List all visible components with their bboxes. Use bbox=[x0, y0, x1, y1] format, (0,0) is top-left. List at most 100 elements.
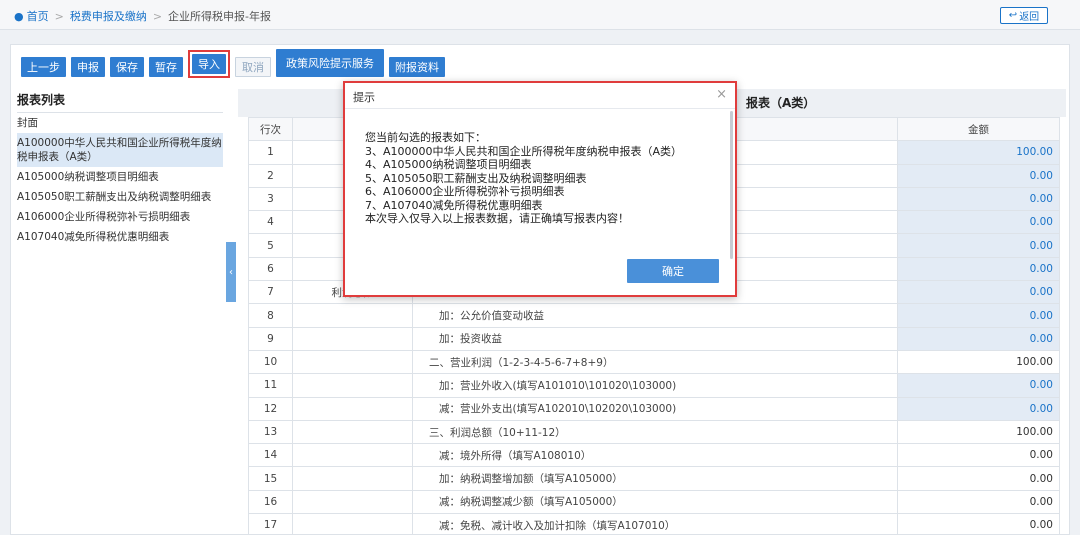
row-amount[interactable]: 0.00 bbox=[897, 326, 1060, 351]
table-row: 11 加：营业外收入(填写A101010\101020\103000) 0.00 bbox=[248, 373, 1060, 398]
confirm-button[interactable]: 确定 bbox=[627, 259, 719, 283]
row-amount[interactable]: 0.00 bbox=[897, 233, 1060, 258]
row-amount: 0.00 bbox=[897, 443, 1060, 468]
row-item: 二、营业利润（1-2-3-4-5-6-7+8+9） bbox=[412, 349, 898, 375]
row-amount: 100.00 bbox=[897, 419, 1060, 445]
row-number: 11 bbox=[248, 373, 293, 398]
report-table-title-text: 报表（A类） bbox=[746, 96, 816, 110]
row-number: 17 bbox=[248, 513, 293, 535]
import-button[interactable]: 导入 bbox=[192, 54, 226, 74]
row-number: 12 bbox=[248, 396, 293, 421]
row-category bbox=[292, 443, 413, 468]
sidebar-item-a106000[interactable]: A106000企业所得税弥补亏损明细表 bbox=[17, 207, 223, 227]
row-number: 6 bbox=[248, 256, 293, 282]
dialog-line: 4、A105000纳税调整项目明细表 bbox=[365, 158, 532, 171]
table-row: 17 减：免税、减计收入及加计扣除（填写A107010） 0.00 bbox=[248, 513, 1060, 535]
sidebar-item-a105000[interactable]: A105000纳税调整项目明细表 bbox=[17, 167, 223, 187]
row-number: 5 bbox=[248, 233, 293, 258]
row-number: 4 bbox=[248, 210, 293, 235]
close-icon[interactable]: × bbox=[716, 87, 727, 102]
row-amount[interactable]: 0.00 bbox=[897, 163, 1060, 188]
declare-button[interactable]: 申报 bbox=[71, 57, 105, 77]
row-number: 13 bbox=[248, 419, 293, 445]
dialog-line: 6、A106000企业所得税弥补亏损明细表 bbox=[365, 185, 565, 198]
report-list-title: 报表列表 bbox=[17, 89, 223, 113]
table-row: 12 减：营业外支出(填写A102010\102020\103000) 0.00 bbox=[248, 396, 1060, 421]
sidebar-item-a100000[interactable]: A100000中华人民共和国企业所得税年度纳税申报表（A类） bbox=[17, 133, 223, 167]
dialog-line: 本次导入仅导入以上报表数据，请正确填写报表内容！ bbox=[365, 212, 629, 225]
import-prompt-dialog: 提示 × 您当前勾选的报表如下： 3、A100000中华人民共和国企业所得税年度… bbox=[343, 81, 737, 297]
breadcrumb-separator: > bbox=[54, 9, 64, 23]
row-number: 9 bbox=[248, 326, 293, 351]
row-amount[interactable]: 0.00 bbox=[897, 373, 1060, 398]
dialog-message: 您当前勾选的报表如下： 3、A100000中华人民共和国企业所得税年度纳税申报表… bbox=[365, 131, 725, 226]
row-number: 3 bbox=[248, 186, 293, 212]
row-amount[interactable]: 100.00 bbox=[897, 140, 1060, 165]
dialog-line: 3、A100000中华人民共和国企业所得税年度纳税申报表（A类） bbox=[365, 144, 683, 158]
row-item: 减：免税、减计收入及加计扣除（填写A107010） bbox=[412, 513, 898, 535]
location-pin-icon: ● bbox=[14, 9, 24, 23]
row-number: 10 bbox=[248, 349, 293, 375]
sidebar-item-a105050[interactable]: A105050职工薪酬支出及纳税调整明细表 bbox=[17, 187, 223, 207]
breadcrumb-home-link[interactable]: 首页 bbox=[27, 8, 49, 24]
back-button[interactable]: ↩ 返回 bbox=[1000, 7, 1048, 24]
row-category bbox=[292, 349, 413, 375]
table-row: 14 减：境外所得（填写A108010） 0.00 bbox=[248, 443, 1060, 468]
row-amount[interactable]: 0.00 bbox=[897, 210, 1060, 235]
back-arrow-icon: ↩ bbox=[1008, 10, 1018, 21]
save-button[interactable]: 保存 bbox=[110, 57, 144, 77]
row-amount: 0.00 bbox=[897, 489, 1060, 515]
row-category bbox=[292, 303, 413, 328]
row-item: 减：纳税调整减少额（填写A105000） bbox=[412, 489, 898, 515]
row-number: 2 bbox=[248, 163, 293, 188]
table-row: 13 三、利润总额（10+11-12） 100.00 bbox=[248, 419, 1060, 445]
row-category bbox=[292, 489, 413, 515]
row-number: 15 bbox=[248, 466, 293, 491]
row-number: 7 bbox=[248, 280, 293, 305]
sidebar-collapse-toggle[interactable]: ‹ bbox=[226, 242, 236, 302]
breadcrumb-tax-filing-link[interactable]: 税费申报及缴纳 bbox=[70, 8, 147, 24]
toolbar: 上一步 申报 保存 暂存 导入 取消 政策风险提示服务 附报资料 bbox=[21, 49, 450, 78]
dialog-header: 提示 × bbox=[345, 83, 735, 109]
breadcrumb-separator: > bbox=[152, 9, 163, 23]
prev-step-button[interactable]: 上一步 bbox=[21, 57, 66, 77]
header-amount: 金额 bbox=[897, 116, 1060, 142]
row-amount: 100.00 bbox=[897, 349, 1060, 375]
dialog-line: 7、A107040减免所得税优惠明细表 bbox=[365, 198, 543, 212]
row-item: 加：纳税调整增加额（填写A105000） bbox=[412, 466, 898, 491]
row-number: 1 bbox=[248, 140, 293, 165]
row-amount[interactable]: 0.00 bbox=[897, 186, 1060, 212]
dialog-scrollbar[interactable] bbox=[730, 111, 733, 259]
back-button-label: 返回 bbox=[1019, 12, 1040, 23]
policy-risk-button[interactable]: 政策风险提示服务 bbox=[276, 49, 384, 77]
table-row: 9 加：投资收益 0.00 bbox=[248, 326, 1060, 351]
row-number: 16 bbox=[248, 489, 293, 515]
table-row: 15 加：纳税调整增加额（填写A105000） 0.00 bbox=[248, 466, 1060, 491]
sidebar-item-cover[interactable]: 封面 bbox=[17, 113, 223, 133]
dialog-title: 提示 bbox=[353, 91, 375, 104]
row-number: 8 bbox=[248, 303, 293, 328]
table-row: 16 减：纳税调整减少额（填写A105000） 0.00 bbox=[248, 489, 1060, 515]
cancel-button[interactable]: 取消 bbox=[235, 57, 271, 77]
row-amount[interactable]: 0.00 bbox=[897, 256, 1060, 282]
chevron-left-icon: ‹ bbox=[229, 266, 233, 278]
row-category bbox=[292, 513, 413, 535]
row-item: 加：公允价值变动收益 bbox=[412, 303, 898, 328]
row-item: 加：营业外收入(填写A101010\101020\103000) bbox=[412, 373, 898, 398]
row-amount[interactable]: 0.00 bbox=[897, 280, 1060, 305]
attachments-button[interactable]: 附报资料 bbox=[389, 57, 445, 77]
row-category bbox=[292, 419, 413, 445]
row-item: 减：营业外支出(填写A102010\102020\103000) bbox=[412, 396, 898, 421]
dialog-line: 5、A105050职工薪酬支出及纳税调整明细表 bbox=[365, 171, 587, 185]
row-amount[interactable]: 0.00 bbox=[897, 396, 1060, 421]
dialog-line: 您当前勾选的报表如下： bbox=[365, 131, 486, 144]
row-category bbox=[292, 326, 413, 351]
row-item: 三、利润总额（10+11-12） bbox=[412, 419, 898, 445]
row-amount[interactable]: 0.00 bbox=[897, 303, 1060, 328]
row-item: 加：投资收益 bbox=[412, 326, 898, 351]
temp-save-button[interactable]: 暂存 bbox=[149, 57, 183, 77]
sidebar-item-a107040[interactable]: A107040减免所得税优惠明细表 bbox=[17, 227, 223, 247]
row-category bbox=[292, 396, 413, 421]
top-bar: ● 首页 > 税费申报及缴纳 > 企业所得税申报-年报 ↩ 返回 bbox=[0, 0, 1080, 30]
row-item: 减：境外所得（填写A108010） bbox=[412, 443, 898, 468]
